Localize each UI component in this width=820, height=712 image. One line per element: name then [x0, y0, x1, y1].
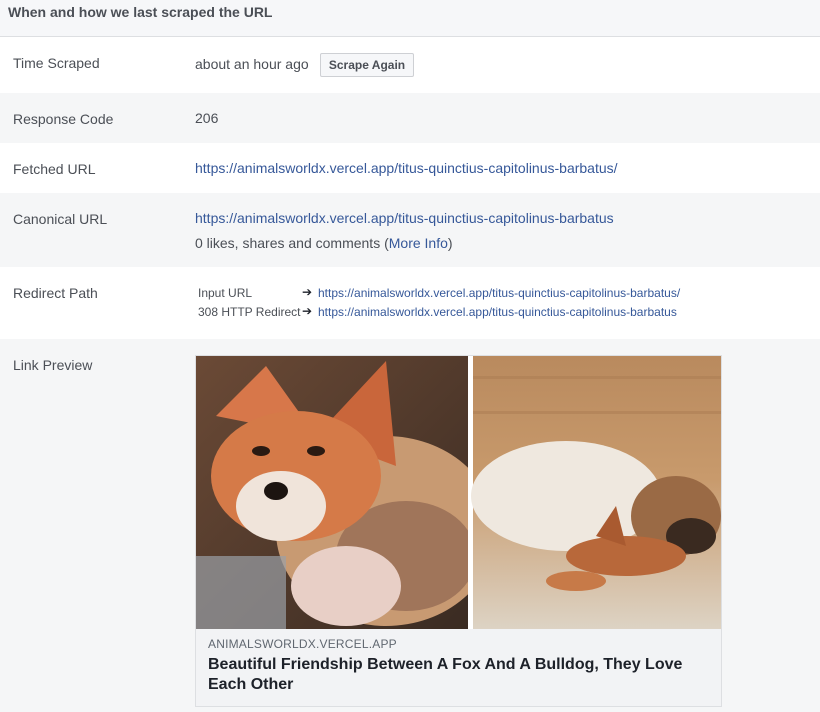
canonical-url-row — [0, 193, 820, 267]
redirect-step-url[interactable]: https://animalsworldx.vercel.app/titus-q… — [318, 286, 680, 300]
redirect-path-label: Redirect Path — [13, 285, 98, 301]
arrow-right-icon: ➔ — [302, 285, 313, 299]
canonical-url-label: Canonical URL — [13, 211, 108, 227]
redirect-step-type: 308 HTTP Redirect — [198, 305, 301, 319]
response-code-row — [0, 93, 820, 143]
link-preview-label: Link Preview — [13, 357, 93, 373]
section-header: When and how we last scraped the URL — [0, 0, 820, 37]
response-code-label: Response Code — [13, 111, 114, 127]
time-scraped-value: about an hour ago — [195, 56, 309, 72]
engagement-text: 0 likes, shares and comments (More Info) — [195, 235, 453, 251]
response-code-value: 206 — [195, 110, 219, 126]
scrape-again-button[interactable]: Scrape Again — [320, 53, 414, 77]
more-info-link[interactable]: More Info — [389, 235, 448, 251]
fetched-url-link[interactable]: https://animalsworldx.vercel.app/titus-q… — [195, 160, 618, 176]
preview-title[interactable]: Beautiful Friendship Between A Fox And A… — [208, 655, 708, 695]
time-scraped-label: Time Scraped — [13, 55, 100, 71]
redirect-step-type: Input URL — [198, 286, 253, 300]
fetched-url-label: Fetched URL — [13, 161, 96, 177]
link-preview-card[interactable]: ANIMALSWORLDX.VERCEL.APP Beautiful Frien… — [195, 355, 722, 707]
redirect-path-row — [0, 267, 820, 339]
canonical-url-link[interactable]: https://animalsworldx.vercel.app/titus-q… — [195, 210, 614, 226]
engagement-prefix: 0 likes, shares and comments ( — [195, 235, 389, 251]
fox-bulldog-photo — [196, 356, 721, 629]
redirect-step-url[interactable]: https://animalsworldx.vercel.app/titus-q… — [318, 305, 677, 319]
section-title: When and how we last scraped the URL — [8, 4, 273, 20]
preview-domain: ANIMALSWORLDX.VERCEL.APP — [208, 637, 397, 651]
arrow-right-icon: ➔ — [302, 304, 313, 318]
preview-image — [196, 356, 721, 629]
engagement-suffix: ) — [447, 235, 453, 251]
